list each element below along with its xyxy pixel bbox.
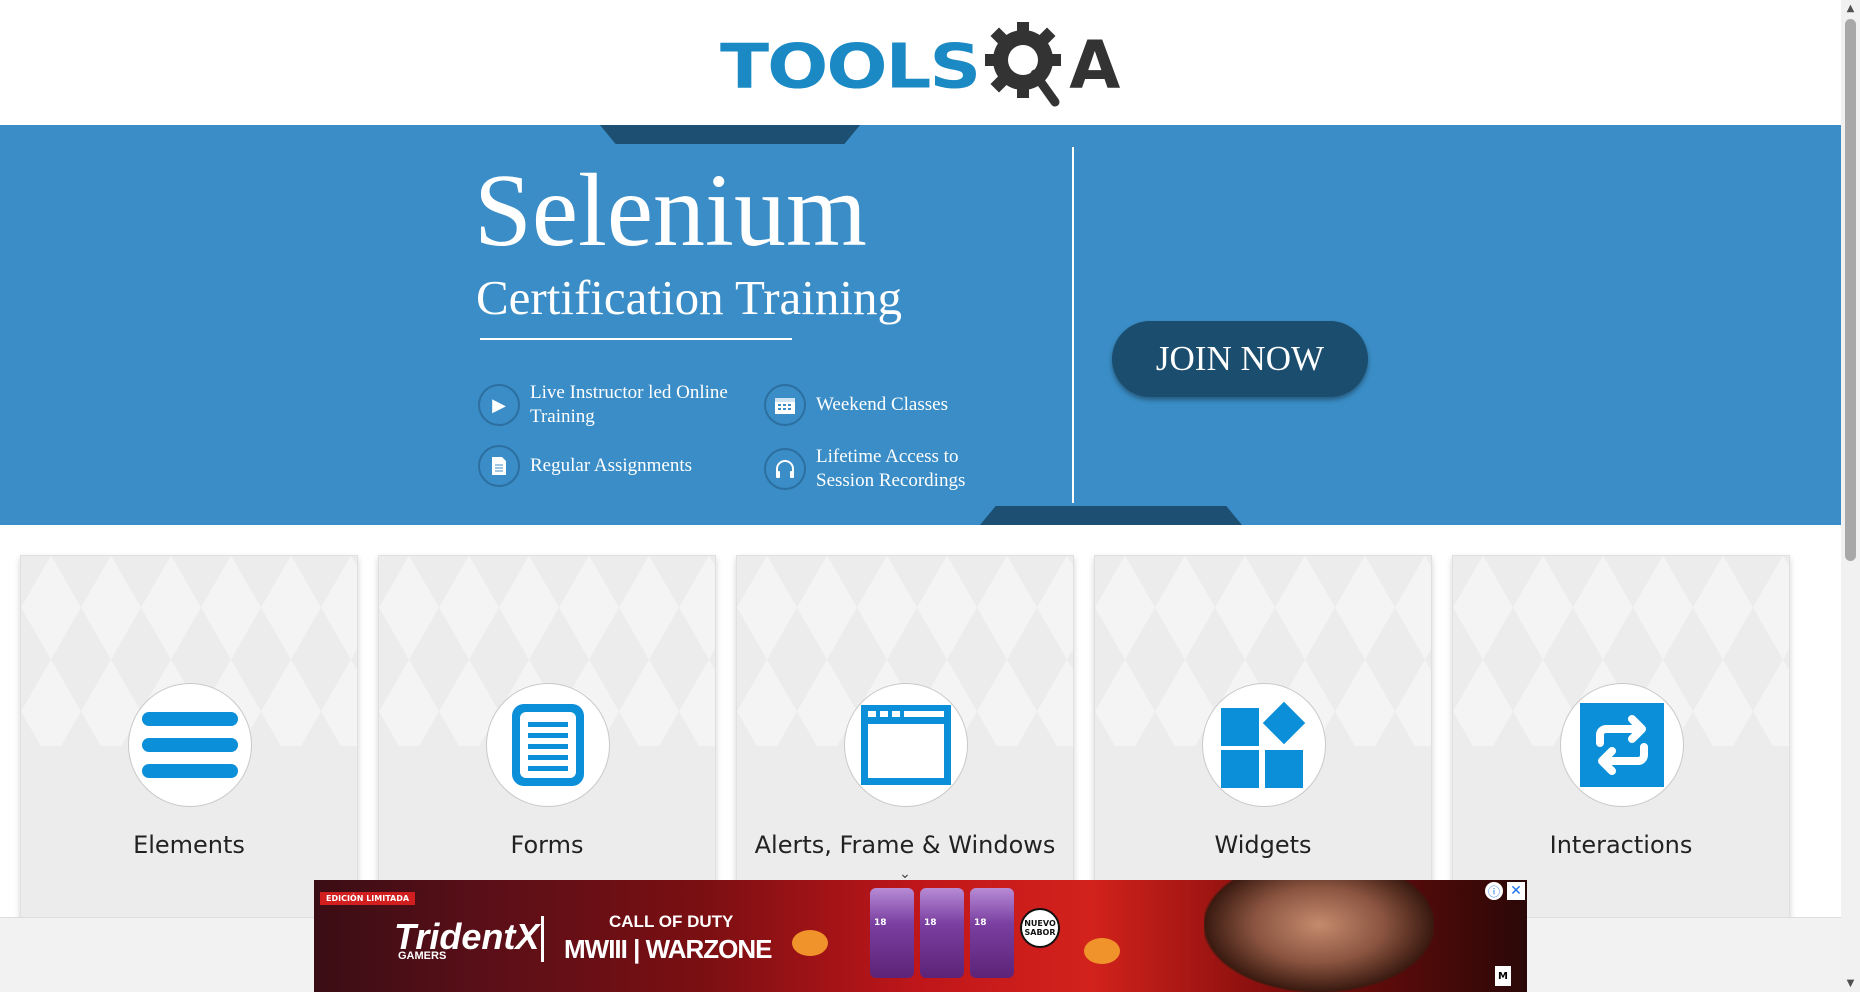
vertical-scrollbar[interactable]: ▲ ▼ [1841,0,1860,992]
card-icon-circle [1560,683,1684,807]
selenium-training-banner[interactable]: Selenium Certification Training ▶ Live I… [0,125,1841,525]
feature-text: Live Instructor led Online Training [530,382,728,427]
banner-title: Selenium [474,153,867,268]
scroll-down-arrow-icon[interactable]: ▼ [1841,975,1860,992]
feature-assignments: Regular Assignments [478,445,730,487]
card-label: Alerts, Frame & Windows [754,831,1056,859]
scrollbar-thumb[interactable] [1845,19,1856,561]
ad-character-image [1204,880,1434,992]
logo-suffix: A [1069,27,1121,104]
banner-divider [1072,147,1074,503]
form-document-icon [512,704,584,786]
card-elements[interactable]: Elements [20,555,358,945]
feature-lifetime-access: Lifetime Access to Session Recordings [764,445,1016,493]
feature-text: Regular Assignments [530,455,693,476]
advertisement-banner[interactable]: EDICIÓN LIMITADA TridentX GAMERS CALL OF… [314,880,1527,992]
ad-product-pack: 18 [970,888,1014,978]
ad-product-pack: 18 [870,888,914,978]
ad-gum-piece [792,930,828,956]
card-icon-circle [486,683,610,807]
feature-live-training: ▶ Live Instructor led Online Training [478,381,730,429]
card-label: Interactions [1549,831,1693,859]
headphones-icon [764,448,806,490]
ad-limited-edition-badge: EDICIÓN LIMITADA [320,892,416,905]
banner-subtitle: Certification Training [476,270,902,325]
card-label: Elements [133,831,245,859]
widgets-grid-icon [1221,701,1306,788]
banner-top-stripe [600,125,860,144]
scroll-up-arrow-icon[interactable]: ▲ [1841,0,1860,17]
ad-game-title: CALL OF DUTY [609,912,734,931]
gear-magnifier-icon [985,22,1062,107]
toolsqa-logo[interactable]: TOOLS A [720,18,1120,114]
join-now-button[interactable]: JOIN NOW [1112,321,1368,397]
feature-weekend-classes: Weekend Classes [764,381,1016,429]
card-icon-circle [844,683,968,807]
feature-text: Weekend Classes [816,394,948,415]
card-label: Forms [510,831,584,859]
feature-text: Lifetime Access to Session Recordings [816,446,966,491]
hamburger-menu-icon [142,712,238,778]
ad-brand-sub: GAMERS [398,950,447,962]
banner-bottom-stripe [980,506,1242,525]
ad-rating-badge: M [1495,966,1511,986]
ad-close-icon[interactable]: ✕ [1507,882,1525,900]
play-icon: ▶ [478,384,520,426]
page: TOOLS A Selenium Certification Training … [0,0,1860,992]
document-icon [478,445,520,487]
site-header: TOOLS A [0,0,1841,125]
repeat-arrows-icon [1580,703,1664,787]
ad-separator [541,916,544,962]
calendar-icon [764,384,806,426]
ad-info-icon[interactable]: ⓘ [1485,882,1503,900]
ad-gum-piece [1084,938,1120,964]
card-label: Widgets [1214,831,1312,859]
banner-underline [480,338,792,340]
browser-window-icon [861,705,951,785]
ad-game-subtitle: MWIII | WARZONE [564,934,772,964]
ad-new-flavor-badge: NUEVO SABOR [1020,908,1060,948]
ad-product-pack: 18 [920,888,964,978]
card-icon-circle [128,683,252,807]
card-icon-circle [1202,683,1326,807]
logo-text: TOOLS [720,30,981,102]
